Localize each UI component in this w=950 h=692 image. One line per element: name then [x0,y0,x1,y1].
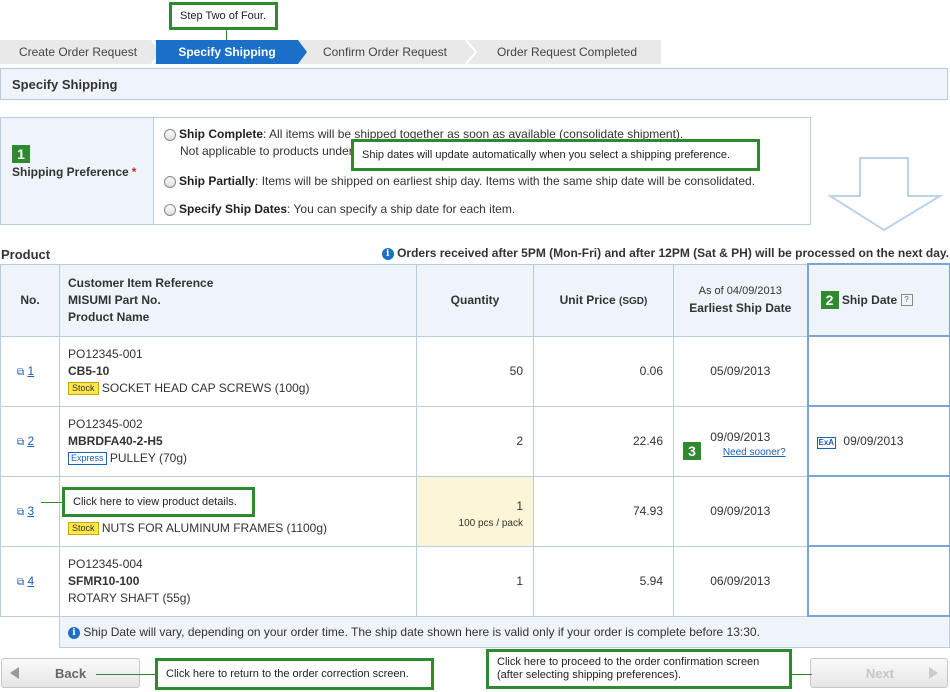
header-ship-date: 2 Ship Date ? [806,263,950,337]
header-earliest-ship: As of 04/09/2013 Earliest Ship Date [673,263,808,337]
required-mark: * [131,165,137,179]
product-heading: Product [1,247,51,262]
product-number-link[interactable]: 4 [27,574,34,588]
return-connector [96,674,156,675]
product-number-link[interactable]: 3 [27,504,34,518]
table-row: ⧉ 4 PO12345-004 SFMR10-100 ROTARY SHAFT … [0,545,950,617]
radio-ship-partially[interactable] [164,176,176,188]
header-no: No. [0,263,60,337]
option-ship-complete-note: Not applicable to products under [180,144,353,158]
ship-date-cell[interactable] [806,335,950,407]
earliest-date-cell: 09/09/2013 [673,475,808,547]
product-details-callout: Click here to view product details. [62,487,255,517]
earliest-date-cell: 05/09/2013 [673,335,808,407]
row-no-cell: ⧉ 3 [0,475,60,547]
customer-reference: PO12345-002 [68,416,143,431]
product-name: NUTS FOR ALUMINUM FRAMES (1100g) [101,520,328,535]
row-no-cell: ⧉ 4 [0,545,60,617]
open-window-icon[interactable]: ⧉ [17,577,24,588]
proceed-connector [792,674,812,675]
product-name: SOCKET HEAD CAP SCREWS (100g) [101,380,310,395]
express-badge: Express [68,451,107,465]
header-unit-price: Unit Price (SGD) [533,263,674,337]
quantity-cell[interactable]: 2 [416,405,534,477]
ship-date-cell[interactable] [806,475,950,547]
cutoff-notice: i Orders received after 5PM (Mon-Fri) an… [381,246,949,260]
table-row: ⧉ 2 PO12345-002 MBRDFA40-2-H5 Express PU… [0,405,950,477]
product-name: PULLEY (70g) [109,450,188,465]
product-name: ROTARY SHAFT (55g) [68,590,191,605]
header-quantity: Quantity [416,263,534,337]
info-icon: i [381,247,394,260]
return-callout: Click here to return to the order correc… [155,658,434,690]
need-sooner-link[interactable]: Need sooner? [695,447,786,458]
arrow-right-icon [929,667,938,679]
open-window-icon[interactable]: ⧉ [17,437,24,448]
unit-price-cell: 0.06 [533,335,674,407]
arrow-left-icon [10,667,19,679]
row-no-cell: ⧉ 1 [0,335,60,407]
next-button[interactable]: Next [810,658,948,688]
quantity-cell[interactable]: 1 100 pcs / pack [416,475,534,547]
row-no-cell: ⧉ 2 [0,405,60,477]
step-divider-icon [465,40,478,64]
header-reference: Customer Item Reference MISUMI Part No. Pr… [59,263,417,337]
table-row: ⧉ 1 PO12345-001 CB5-10 Stock SOCKET HEAD… [0,335,950,407]
progress-steps: Create Order Request Specify Shipping Co… [0,40,661,64]
product-number-link[interactable]: 1 [27,364,34,378]
step-callout-connector [226,30,227,40]
step-create-order: Create Order Request [18,45,138,59]
step-3-badge: 3 [683,442,701,460]
radio-specify-ship-dates[interactable] [164,204,176,216]
option-specify-ship-dates-label: Specify Ship Dates: You can specify a sh… [179,202,516,216]
customer-reference: PO12345-001 [68,346,143,361]
step-active-arrow-icon [298,40,307,64]
step-2-badge: 2 [820,291,839,309]
back-button[interactable]: Back [1,658,140,688]
pack-size: 100 pcs / pack [458,518,523,529]
part-number: MBRDFA40-2-H5 [68,433,163,448]
earliest-date-cell: 09/09/2013 3 Need sooner? [673,405,808,477]
unit-price-cell: 74.93 [533,475,674,547]
radio-ship-complete[interactable] [164,129,176,141]
ship-date-cell[interactable] [806,545,950,617]
step-callout-text: Step Two of Four. [180,9,267,22]
customer-reference: PO12345-004 [68,556,143,571]
product-table: No. Customer Item Reference MISUMI Part N… [0,263,950,648]
ship-date-cell[interactable]: ExA 09/09/2013 [806,405,950,477]
product-number-link[interactable]: 2 [27,434,34,448]
express-delivery-icon: ExA [816,436,837,449]
ship-date-note: i Ship Date will vary, depending on your… [59,615,950,648]
unit-price-cell: 22.46 [533,405,674,477]
info-icon: i [68,626,80,639]
step-confirm-order: Confirm Order Request [322,45,448,59]
quantity-cell[interactable]: 50 [416,335,534,407]
shipping-preference-label: Shipping Preference * [12,165,137,179]
section-title: Specify Shipping [0,68,948,100]
row-reference-cell: PO12345-001 CB5-10 Stock SOCKET HEAD CAP… [59,335,417,407]
part-number: SFMR10-100 [68,573,140,588]
shipping-preference-panel: 1 Shipping Preference * Ship Complete: Al… [0,117,811,225]
arrow-down-icon [828,157,943,232]
stock-badge: Stock [68,521,99,535]
product-details-connector [41,502,63,503]
part-number: CB5-10 [68,363,110,378]
step-order-completed: Order Request Completed [496,45,638,59]
open-window-icon[interactable]: ⧉ [17,367,24,378]
step-callout: Step Two of Four. [169,2,278,30]
step-specify-shipping: Specify Shipping [156,40,298,64]
row-reference-cell: PO12345-002 MBRDFA40-2-H5 Express PULLEY… [59,405,417,477]
unit-price-cell: 5.94 [533,545,674,617]
open-window-icon[interactable]: ⧉ [17,507,24,518]
shipping-preference-label-cell: 1 Shipping Preference * [1,118,154,224]
row-reference-cell: PO12345-004 SFMR10-100 ROTARY SHAFT (55g… [59,545,417,617]
proceed-callout: Click here to proceed to the order confi… [486,649,792,689]
stock-badge: Stock [68,381,99,395]
help-icon[interactable]: ? [900,294,913,306]
step-1-badge: 1 [12,145,30,163]
earliest-date-cell: 06/09/2013 [673,545,808,617]
ship-dates-callout: Ship dates will update automatically whe… [351,139,760,171]
quantity-cell[interactable]: 1 [416,545,534,617]
option-ship-partially-label: Ship Partially: Items will be shipped on… [179,174,756,188]
